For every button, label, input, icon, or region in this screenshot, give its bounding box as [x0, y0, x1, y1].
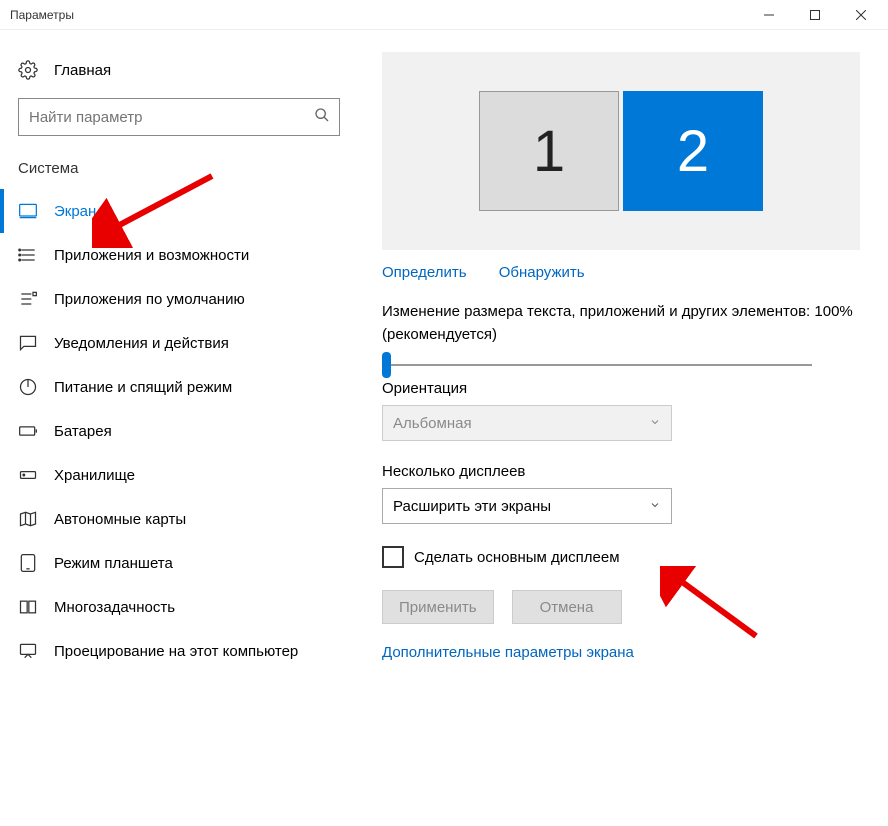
nav-home[interactable]: Главная — [0, 48, 360, 92]
nav-label: Приложения по умолчанию — [54, 291, 245, 308]
nav-label: Многозадачность — [54, 599, 175, 616]
button-row: Применить Отмена — [382, 590, 860, 624]
orientation-label: Ориентация — [382, 380, 860, 397]
window-title: Параметры — [10, 8, 746, 22]
nav-battery[interactable]: Батарея — [0, 409, 360, 453]
default-apps-icon — [18, 289, 38, 309]
nav-display[interactable]: Экран — [0, 189, 360, 233]
nav-label: Питание и спящий режим — [54, 379, 232, 396]
section-label: Система — [0, 154, 360, 189]
project-icon — [18, 641, 38, 661]
multiple-displays-dropdown[interactable]: Расширить эти экраны — [382, 488, 672, 524]
multiple-displays-label: Несколько дисплеев — [382, 463, 860, 480]
nav-power-sleep[interactable]: Питание и спящий режим — [0, 365, 360, 409]
battery-icon — [18, 421, 38, 441]
tablet-icon — [18, 553, 38, 573]
scale-slider[interactable] — [382, 356, 812, 358]
display-icon — [18, 201, 38, 221]
apps-icon — [18, 245, 38, 265]
monitor-2[interactable]: 2 — [623, 91, 763, 211]
nav-apps-features[interactable]: Приложения и возможности — [0, 233, 360, 277]
gear-icon — [18, 60, 38, 80]
cancel-label: Отмена — [540, 599, 594, 616]
slider-track — [382, 364, 812, 366]
search-input[interactable] — [18, 98, 340, 136]
slider-thumb[interactable] — [382, 352, 391, 378]
chevron-down-icon — [649, 499, 661, 514]
nav-label: Проецирование на этот компьютер — [54, 643, 298, 660]
power-icon — [18, 377, 38, 397]
nav-label: Уведомления и действия — [54, 335, 229, 352]
content-pane: 1 2 Определить Обнаружить Изменение разм… — [360, 30, 888, 826]
make-main-checkbox[interactable] — [382, 546, 404, 568]
multiple-displays-value: Расширить эти экраны — [393, 498, 551, 515]
multitask-icon — [18, 597, 38, 617]
apply-button[interactable]: Применить — [382, 590, 494, 624]
nav-label: Автономные карты — [54, 511, 186, 528]
display-actions: Определить Обнаружить — [382, 264, 860, 281]
map-icon — [18, 509, 38, 529]
cancel-button[interactable]: Отмена — [512, 590, 622, 624]
nav-label: Экран — [54, 203, 96, 220]
apply-label: Применить — [399, 599, 477, 616]
nav-notifications[interactable]: Уведомления и действия — [0, 321, 360, 365]
notifications-icon — [18, 333, 38, 353]
nav-label: Приложения и возможности — [54, 247, 249, 264]
scale-text: Изменение размера текста, приложений и д… — [382, 301, 860, 346]
advanced-display-link[interactable]: Дополнительные параметры экрана — [382, 644, 860, 661]
minimize-button[interactable] — [746, 0, 792, 30]
detect-link[interactable]: Обнаружить — [499, 264, 585, 281]
nav-label: Батарея — [54, 423, 112, 440]
nav-label: Режим планшета — [54, 555, 173, 572]
identify-link[interactable]: Определить — [382, 264, 467, 281]
window-controls — [746, 0, 884, 30]
nav-multitasking[interactable]: Многозадачность — [0, 585, 360, 629]
nav-storage[interactable]: Хранилище — [0, 453, 360, 497]
nav-label: Хранилище — [54, 467, 135, 484]
nav-projecting[interactable]: Проецирование на этот компьютер — [0, 629, 360, 673]
orientation-value: Альбомная — [393, 415, 472, 432]
titlebar: Параметры — [0, 0, 888, 30]
close-button[interactable] — [838, 0, 884, 30]
sidebar: Главная Система Экран Приложения и возмо… — [0, 30, 360, 826]
make-main-checkbox-row[interactable]: Сделать основным дисплеем — [382, 546, 860, 568]
storage-icon — [18, 465, 38, 485]
nav-default-apps[interactable]: Приложения по умолчанию — [0, 277, 360, 321]
maximize-button[interactable] — [792, 0, 838, 30]
nav-tablet-mode[interactable]: Режим планшета — [0, 541, 360, 585]
monitor-1[interactable]: 1 — [479, 91, 619, 211]
search-icon — [314, 107, 330, 127]
display-preview[interactable]: 1 2 — [382, 52, 860, 250]
chevron-down-icon — [649, 416, 661, 431]
search-wrap — [18, 98, 340, 136]
nav-home-label: Главная — [54, 62, 111, 79]
make-main-label: Сделать основным дисплеем — [414, 549, 620, 566]
nav-offline-maps[interactable]: Автономные карты — [0, 497, 360, 541]
orientation-dropdown[interactable]: Альбомная — [382, 405, 672, 441]
